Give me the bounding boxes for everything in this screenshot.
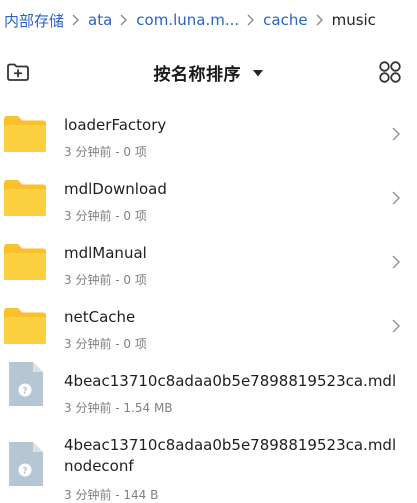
breadcrumb-item-music: music: [331, 11, 376, 29]
svg-text:?: ?: [22, 467, 27, 477]
breadcrumb-item-com-luna[interactable]: com.luna.m...: [136, 11, 239, 29]
breadcrumb: 内部存储 ata com.luna.m... cache music: [0, 0, 417, 40]
item-name: mdlDownload: [64, 180, 167, 198]
caret-down-icon: [253, 70, 264, 77]
chevron-right-icon: [392, 127, 401, 141]
chevron-right-icon: [72, 14, 80, 26]
folder-icon: [4, 244, 46, 280]
folder-icon: [4, 116, 46, 152]
item-name: 4beac13710c8adaa0b5e7898819523ca.mdl: [64, 372, 397, 390]
unknown-file-icon: ?: [9, 442, 43, 486]
chevron-right-icon: [120, 14, 128, 26]
list-item-file[interactable]: ? 4beac13710c8adaa0b5e7898819523ca.mdl 3…: [0, 352, 417, 416]
folder-icon: [4, 308, 46, 344]
list-item-file[interactable]: ? 4beac13710c8adaa0b5e7898819523ca.mdlno…: [0, 416, 417, 502]
folder-icon: [4, 180, 46, 216]
item-meta: 3 分钟前 - 0 项: [64, 209, 147, 223]
list-item-folder[interactable]: mdlDownload 3 分钟前 - 0 项: [0, 160, 417, 224]
item-meta: 3 分钟前 - 0 项: [64, 273, 147, 287]
chevron-right-icon: [392, 255, 401, 269]
list-item-folder[interactable]: loaderFactory 3 分钟前 - 0 项: [0, 96, 417, 160]
toolbar: 按名称排序: [0, 52, 417, 92]
chevron-right-icon: [247, 14, 255, 26]
chevron-right-icon: [392, 319, 401, 333]
file-list: loaderFactory 3 分钟前 - 0 项 mdlDownload 3 …: [0, 96, 417, 502]
grid-view-icon[interactable]: [378, 60, 402, 84]
item-meta: 3 分钟前 - 0 项: [64, 145, 147, 159]
item-name: loaderFactory: [64, 116, 167, 134]
item-name: netCache: [64, 308, 136, 326]
chevron-right-icon: [392, 191, 401, 205]
item-meta: 3 分钟前 - 0 项: [64, 337, 147, 351]
item-meta: 3 分钟前 - 1.54 MB: [64, 401, 173, 415]
breadcrumb-item-ata[interactable]: ata: [88, 11, 112, 29]
sort-label: 按名称排序: [153, 65, 242, 85]
item-name: mdlManual: [64, 244, 147, 262]
sort-dropdown[interactable]: 按名称排序: [0, 60, 417, 85]
unknown-file-icon: ?: [9, 362, 43, 406]
list-item-folder[interactable]: netCache 3 分钟前 - 0 项: [0, 288, 417, 352]
list-item-folder[interactable]: mdlManual 3 分钟前 - 0 项: [0, 224, 417, 288]
item-name: 4beac13710c8adaa0b5e7898819523ca.mdlnode…: [64, 436, 397, 475]
breadcrumb-item-cache[interactable]: cache: [263, 11, 307, 29]
chevron-right-icon: [316, 14, 323, 26]
svg-text:?: ?: [22, 387, 27, 397]
breadcrumb-item-internal-storage[interactable]: 内部存储: [4, 10, 64, 31]
